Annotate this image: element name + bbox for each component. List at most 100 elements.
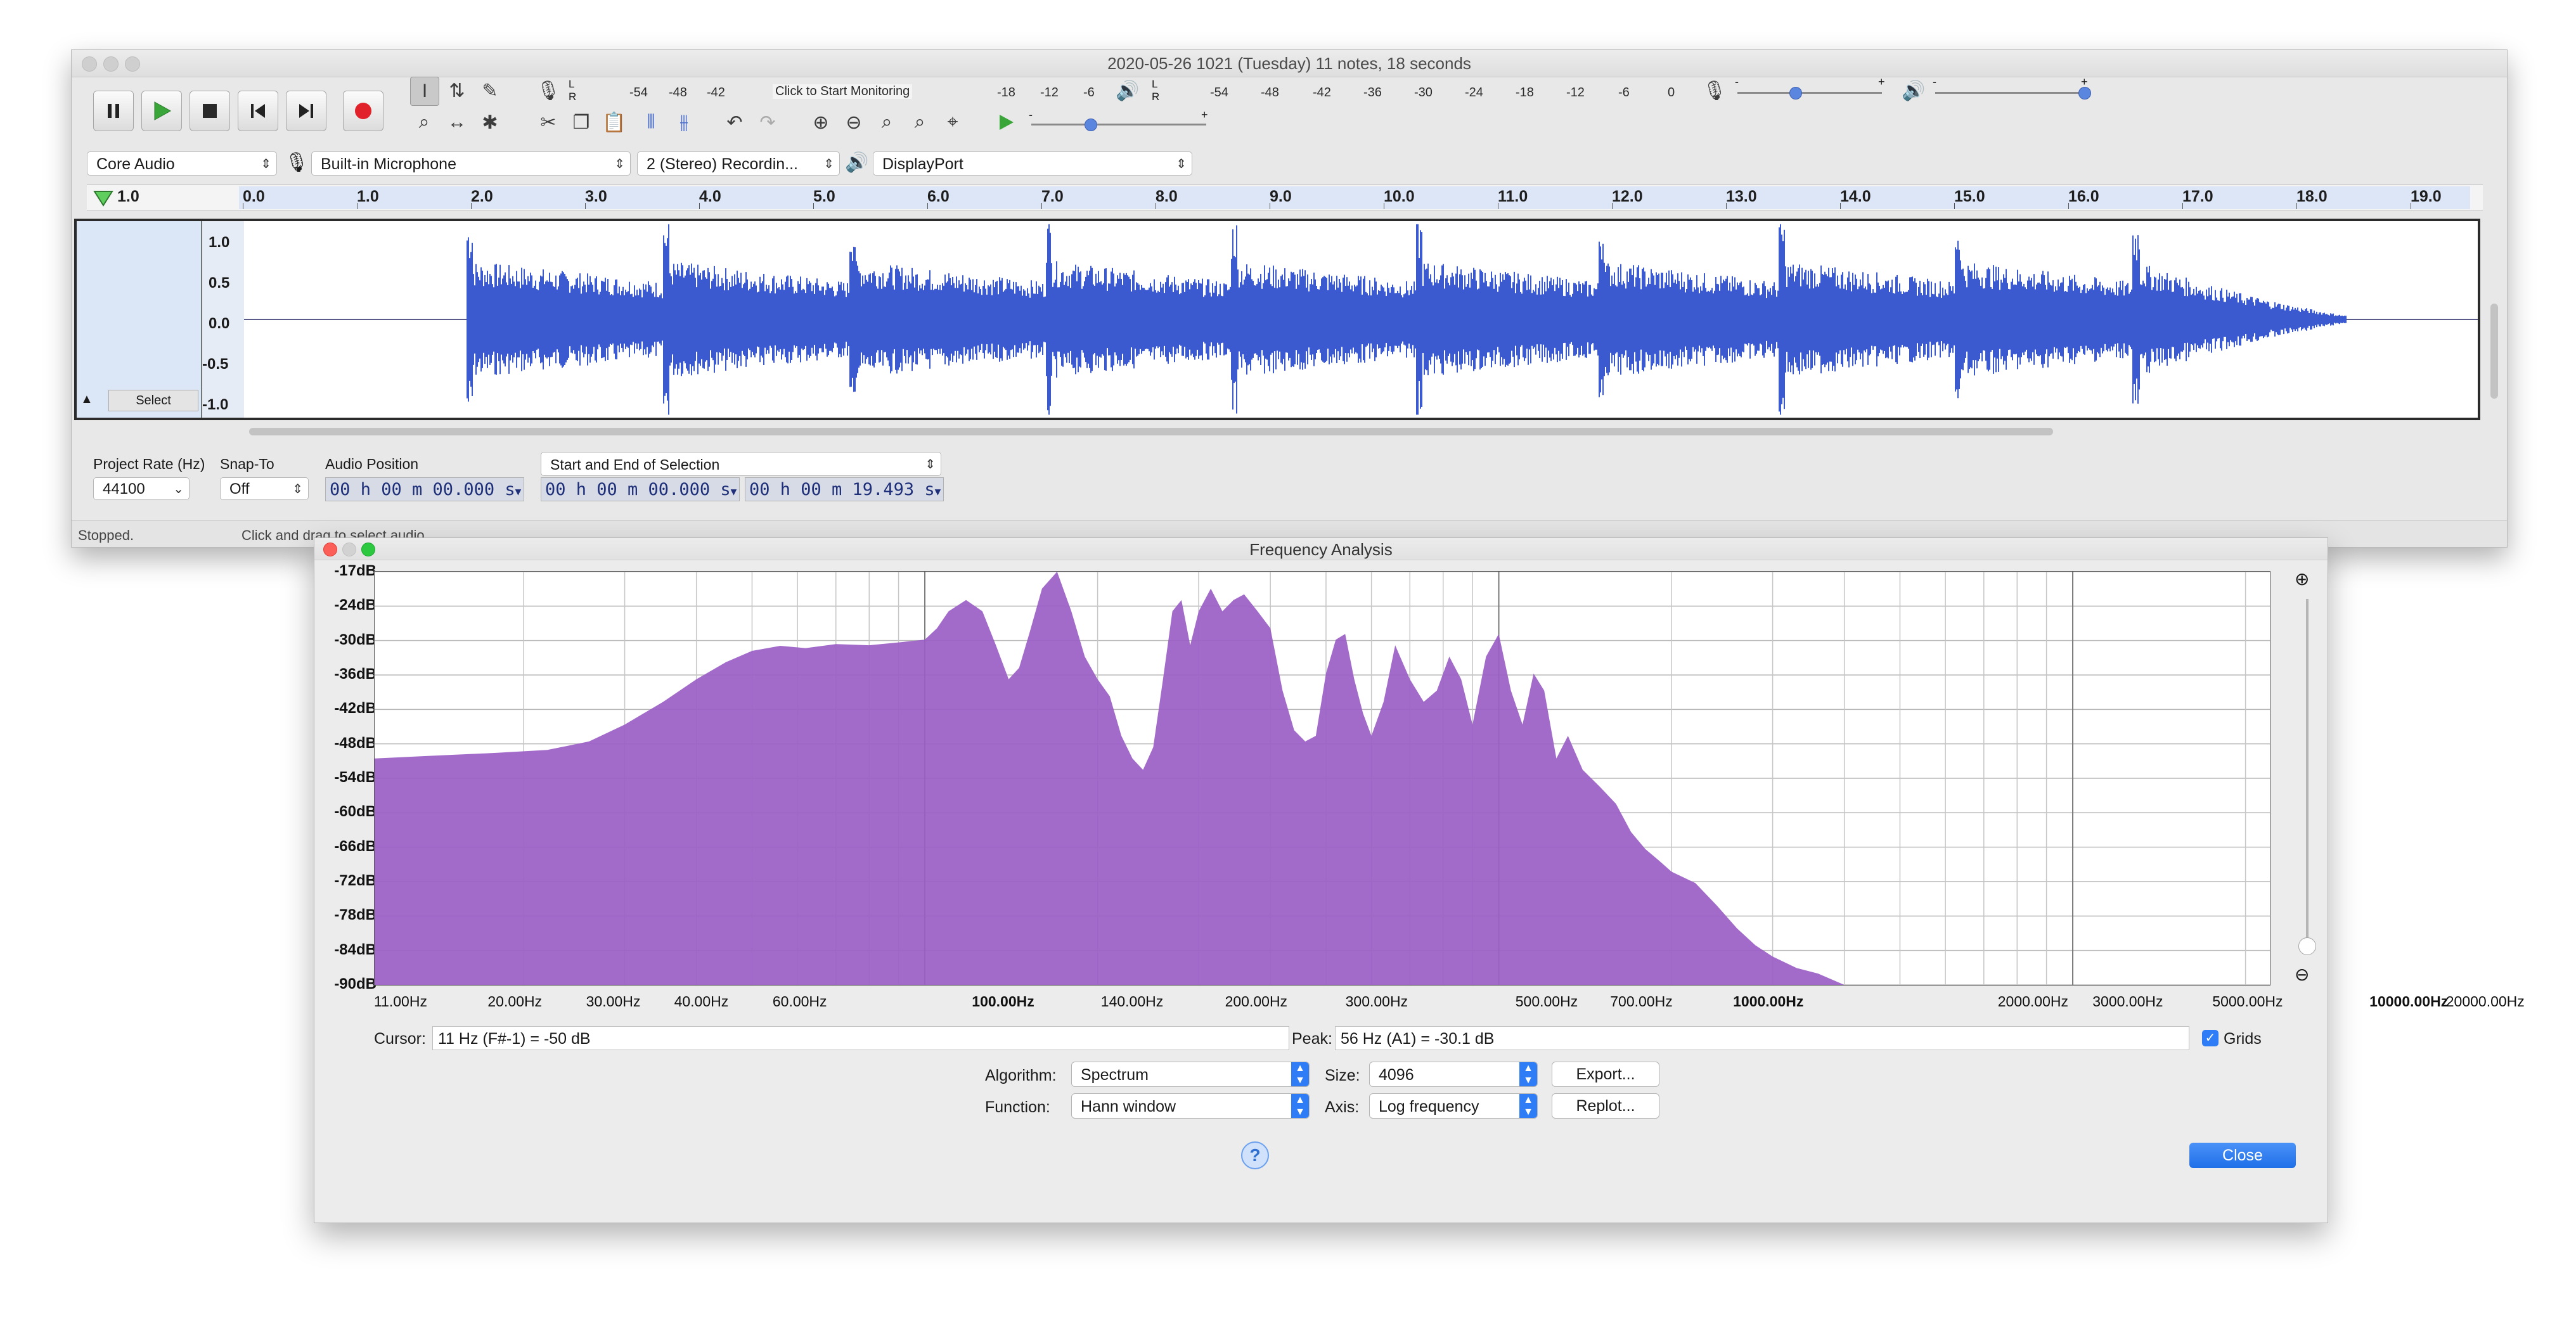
algorithm-select[interactable]: Spectrum ▲ ▼	[1071, 1062, 1310, 1087]
playback-meter-button[interactable]: 🔊	[1114, 77, 1142, 105]
zoom-in-icon[interactable]: ⊕	[2295, 569, 2309, 589]
record-button[interactable]	[343, 91, 383, 131]
record-meter-lr: L R	[569, 78, 576, 103]
speaker-icon: 🔊	[1116, 80, 1140, 101]
freq-titlebar: Frequency Analysis	[314, 538, 2328, 560]
ruler-label: 13.0	[1726, 188, 1757, 205]
time-shift-tool[interactable]: ↔	[443, 108, 471, 136]
scale-label: 0.5	[209, 274, 230, 292]
redo-button[interactable]: ↷	[754, 108, 782, 136]
fit-selection-button[interactable]: ⌕	[873, 108, 901, 136]
record-tick: -48	[669, 86, 687, 100]
paste-button[interactable]: 📋	[600, 108, 628, 136]
slider-min-mark: -	[1029, 108, 1033, 121]
playback-meter[interactable]: -54 -48 -42 -36 -30 -24 -18 -12 -6 0	[1163, 86, 1759, 102]
record-meter[interactable]: -54 -48 -42 Click to Start Monitoring -1…	[583, 84, 1166, 102]
horizontal-scrollbar-thumb[interactable]	[249, 428, 2053, 435]
scale-label: 0.0	[209, 315, 230, 332]
export-button[interactable]: Export...	[1552, 1062, 1659, 1087]
grids-checkbox[interactable]: ✓	[2202, 1030, 2219, 1046]
snap-to-select[interactable]: Off ⇕	[220, 477, 309, 500]
replot-button[interactable]: Replot...	[1552, 1093, 1659, 1119]
y-axis-label: -30dB	[334, 631, 377, 648]
slider-thumb[interactable]	[1789, 87, 1802, 100]
skip-to-end-button[interactable]	[286, 91, 326, 131]
zoom-in-button[interactable]: ⊕	[807, 108, 835, 136]
output-device-select[interactable]: DisplayPort ⇕	[873, 151, 1192, 176]
record-tick: -54	[629, 86, 648, 100]
silence-button[interactable]: ⫵	[670, 108, 698, 136]
monitor-hint[interactable]: Click to Start Monitoring	[773, 84, 913, 99]
snap-to-value: Off	[229, 480, 250, 498]
waveform-area[interactable]	[244, 221, 2478, 418]
collapse-arrow-icon[interactable]: ▲	[80, 392, 93, 407]
draw-tool[interactable]: ✎	[476, 77, 504, 105]
vertical-zoom-track[interactable]	[2306, 599, 2309, 954]
host-select[interactable]: Core Audio ⇕	[87, 151, 277, 176]
spectrum-plot[interactable]	[374, 571, 2270, 986]
zoom-tool[interactable]: ⌕	[410, 108, 438, 136]
fit-project-button[interactable]: ⌕	[906, 108, 934, 136]
chevron-updown-icon: ▲ ▼	[1291, 1094, 1309, 1118]
skip-end-icon	[299, 104, 313, 118]
x-axis-label: 60.00Hz	[772, 993, 827, 1010]
chevron-updown-icon: ⇕	[1176, 157, 1187, 171]
stop-button[interactable]	[190, 91, 230, 131]
selection-mode-select[interactable]: Start and End of Selection ⇕	[541, 452, 941, 476]
track-control-panel[interactable]: ▲ Select	[77, 221, 202, 418]
audio-position-time[interactable]: 00 h 00 m 00.000 s▼	[325, 477, 524, 501]
slider-thumb[interactable]	[2078, 87, 2091, 100]
project-rate-combo[interactable]: 44100 ⌄	[93, 477, 190, 500]
stop-icon	[203, 104, 217, 118]
x-axis-label: 140.00Hz	[1100, 993, 1164, 1010]
input-volume-slider[interactable]: - +	[1735, 75, 1887, 105]
cut-button[interactable]: ✂	[534, 108, 562, 136]
envelope-tool[interactable]: ⇅	[443, 77, 471, 105]
vertical-scrollbar-thumb[interactable]	[2490, 304, 2498, 399]
undo-button[interactable]: ↶	[721, 108, 749, 136]
multi-tool[interactable]: ✱	[476, 108, 504, 136]
output-volume-slider[interactable]: - +	[1933, 75, 2091, 105]
vertical-zoom-thumb[interactable]	[2298, 937, 2316, 955]
project-rate-value: 44100	[103, 480, 145, 498]
track-select-button[interactable]: Select	[108, 390, 198, 411]
scale-label: 1.0	[209, 234, 230, 251]
record-tick: -6	[1083, 86, 1095, 100]
help-button[interactable]: ?	[1241, 1141, 1269, 1169]
selection-tool[interactable]: I	[410, 77, 439, 106]
ruler-tick	[1954, 203, 1955, 209]
axis-select[interactable]: Log frequency ▲ ▼	[1369, 1093, 1538, 1119]
selection-start-time[interactable]: 00 h 00 m 00.000 s▼	[541, 477, 740, 501]
snap-to-label: Snap-To	[220, 456, 274, 472]
close-button[interactable]: Close	[2189, 1143, 2296, 1168]
size-select[interactable]: 4096 ▲ ▼	[1369, 1062, 1538, 1087]
checkmark-icon: ✓	[2205, 1031, 2216, 1045]
input-device-select[interactable]: Built-in Microphone ⇕	[311, 151, 631, 176]
ruler-tick	[585, 203, 586, 209]
slider-thumb[interactable]	[1085, 119, 1097, 131]
ruler-label: 15.0	[1954, 188, 1985, 205]
timeline-ruler[interactable]: 1.0 0.0 1.0 2.0 3.0 4.0 5.0 6.0 7.0 8.0 9.0 10.0 11…	[87, 184, 2483, 211]
pause-button[interactable]	[93, 91, 134, 131]
copy-button[interactable]: ❐	[567, 108, 595, 136]
channels-select[interactable]: 2 (Stereo) Recordin... ⇕	[637, 151, 840, 176]
peak-value: 56 Hz (A1) = -30.1 dB	[1341, 1030, 1495, 1048]
skip-to-start-button[interactable]	[238, 91, 278, 131]
zoom-out-button[interactable]: ⊖	[840, 108, 868, 136]
y-axis-label: -24dB	[334, 596, 377, 614]
axis-value: Log frequency	[1379, 1098, 1479, 1115]
input-device-value: Built-in Microphone	[321, 155, 456, 173]
y-axis-label: -72dB	[334, 872, 377, 889]
function-select[interactable]: Hann window ▲ ▼	[1071, 1093, 1310, 1119]
ruler-label: 18.0	[2296, 188, 2328, 205]
play-speed-slider[interactable]: - +	[1029, 108, 1213, 134]
trim-button[interactable]: ⫴	[637, 108, 665, 136]
selection-end-time[interactable]: 00 h 00 m 19.493 s▼	[745, 477, 944, 501]
play-button[interactable]	[141, 91, 182, 131]
record-meter-button[interactable]: 🎙	[534, 77, 562, 105]
playback-tick: -48	[1261, 86, 1279, 100]
output-volume-icon-button: 🔊	[1900, 77, 1928, 105]
zoom-toggle-button[interactable]: ⌖	[939, 108, 967, 136]
play-at-speed-button[interactable]	[992, 108, 1020, 136]
zoom-out-icon[interactable]: ⊖	[2295, 964, 2309, 985]
